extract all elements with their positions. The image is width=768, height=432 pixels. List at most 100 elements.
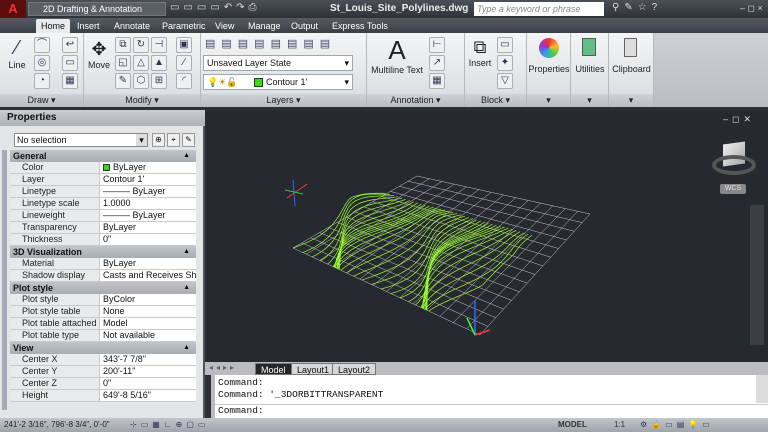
annotation-scale[interactable]: 1:1 [614,418,625,432]
explode-icon[interactable]: ∕ [176,55,192,71]
model-space-button[interactable]: MODEL [558,418,587,432]
property-value[interactable]: Casts and Receives Sha... [100,270,196,281]
tab-model[interactable]: Model [255,363,292,375]
edit-block-icon[interactable]: ✦ [497,55,513,71]
dimension-icon[interactable]: ⊢ [429,37,445,53]
annotation-panel-label[interactable]: Annotation ▾ [367,94,464,107]
selection-dropdown[interactable]: No selection ▾ [14,133,148,147]
property-value[interactable]: Not available [100,330,196,341]
layer-state-dropdown[interactable]: Unsaved Layer State ▾ [203,55,353,71]
block-panel-label[interactable]: Block ▾ [465,94,526,107]
property-value[interactable]: 0" [100,378,196,389]
property-row[interactable]: Plot style table None [10,306,196,318]
infocenter-tools[interactable]: ⚲✎☆? [612,2,662,13]
tab-express-tools[interactable]: Express Tools [327,19,393,33]
property-value[interactable]: ByLayer [100,222,196,233]
property-row[interactable]: Linetype scale 1.0000 [10,198,196,210]
insert-button[interactable]: ⧉ Insert [465,37,495,68]
trim-icon[interactable]: ⊣ [151,37,167,53]
command-scrollbar[interactable] [756,375,768,403]
stretch-icon[interactable]: △ [133,55,149,71]
property-value[interactable]: 1.0000 [100,198,196,209]
tab-scroll-arrows[interactable]: ◂◂▸▸ [209,363,237,372]
property-row[interactable]: Plot table attached toModel [10,318,196,339]
property-row[interactable]: Thickness 0" [10,234,196,246]
property-row[interactable]: Plot style ByColor [10,294,196,306]
tab-layout2[interactable]: Layout2 [332,363,377,375]
leader-icon[interactable]: ↗ [429,55,445,71]
fillet-icon[interactable]: ◜ [176,73,192,89]
attribute-icon[interactable]: ▽ [497,73,513,89]
section-header[interactable]: Plot style ▲ [10,282,196,294]
line-button[interactable]: ⁄ Line [4,37,30,70]
collapse-icon[interactable]: ▲ [183,282,190,294]
drawing-viewport[interactable]: –◻✕ WCS [205,110,768,362]
property-value[interactable]: 649'-8 5/16" [100,390,196,401]
section-header[interactable]: General ▲ [10,150,196,162]
properties-panel[interactable]: Properties ▾ [527,33,571,107]
mirror-icon[interactable]: ▲ [151,55,167,71]
property-row[interactable]: Plot table type Not available [10,330,196,342]
property-row[interactable]: Material ByLayer [10,258,196,270]
workspace-dropdown[interactable]: 2D Drafting & Annotation [28,2,166,16]
create-block-icon[interactable]: ▭ [497,37,513,53]
tab-view[interactable]: View [210,19,239,33]
offset-icon[interactable]: ⬡ [133,73,149,89]
array-icon[interactable]: ▣ [176,37,192,53]
property-row[interactable]: Color ByLayer [10,162,196,174]
multiline-text-button[interactable]: A Multiline Text [367,35,427,75]
property-value[interactable]: ByColor [100,294,196,305]
collapse-icon[interactable]: ▲ [183,150,190,162]
property-value[interactable]: None [100,306,196,317]
hatch-icon[interactable]: ▦ [62,73,78,89]
property-row[interactable]: Lineweight ——— ByLayer [10,210,196,222]
clipboard-expand[interactable]: ▾ [609,94,653,107]
collapse-icon[interactable]: ▲ [183,246,190,258]
property-row[interactable]: Center Y 200'-11" [10,366,196,378]
erase-icon[interactable]: ✎ [115,73,131,89]
property-value[interactable]: 200'-11" [100,366,196,377]
section-header[interactable]: View ▲ [10,342,196,354]
rect-array-icon[interactable]: ⊞ [151,73,167,89]
quick-access-toolbar[interactable]: ▭▭▭▭↶↷⎙ [170,2,261,13]
status-tray-icons[interactable]: ⚙🔒▭▤💡▭ [640,418,714,432]
utilities-expand[interactable]: ▾ [571,94,608,107]
clipboard-panel[interactable]: Clipboard ▾ [609,33,654,107]
property-row[interactable]: Shadow displayCasts and Receives Sha... [10,270,196,282]
property-value[interactable]: ByLayer [100,162,196,173]
tab-annotate[interactable]: Annotate [109,19,155,33]
tab-output[interactable]: Output [286,19,323,33]
rectangle-icon[interactable]: ▭ [62,55,78,71]
property-value[interactable]: Model [100,318,196,329]
tab-insert[interactable]: Insert [72,19,105,33]
toggle-pickadd-icon[interactable]: ⊕ [152,133,165,147]
property-row[interactable]: Transparency ByLayer [10,222,196,234]
navigation-bar[interactable] [750,205,764,345]
property-value[interactable]: ——— ByLayer [100,186,196,197]
property-row[interactable]: Linetype ——— ByLayer [10,186,196,198]
select-objects-icon[interactable]: ⌖ [167,133,180,147]
table-icon[interactable]: ▦ [429,73,445,89]
arc-icon[interactable]: ◔ [34,73,50,89]
circle-icon[interactable]: ◎ [34,55,50,71]
application-menu-button[interactable]: A [0,0,26,18]
section-header[interactable]: 3D Visualization ▲ [10,246,196,258]
tab-layout1[interactable]: Layout1 [291,363,336,375]
property-value[interactable]: 343'-7 7/8" [100,354,196,365]
drafting-toggles[interactable]: ⊹▭▦∟⊕▢▭ [130,418,209,432]
property-value[interactable]: ——— ByLayer [100,210,196,221]
viewcube-compass-ring[interactable] [712,155,756,175]
viewport-controls[interactable]: –◻✕ [723,114,755,125]
property-value[interactable]: 0" [100,234,196,245]
scale-icon[interactable]: ◱ [115,55,131,71]
property-row[interactable]: Center Z 0" [10,378,196,390]
layer-tool-icons[interactable]: ▤▤▤▤▤▤▤▤ [205,37,336,50]
palette-scrollbar[interactable] [2,150,7,410]
wcs-menu[interactable]: WCS [720,184,746,194]
undo-shape-icon[interactable]: ↩ [62,37,78,53]
polyline-icon[interactable]: ⌒ [34,37,50,53]
property-value[interactable]: Contour 1' [100,174,196,185]
modify-panel-label[interactable]: Modify ▾ [84,94,200,107]
property-row[interactable]: Layer Contour 1' [10,174,196,186]
collapse-icon[interactable]: ▲ [183,342,190,354]
